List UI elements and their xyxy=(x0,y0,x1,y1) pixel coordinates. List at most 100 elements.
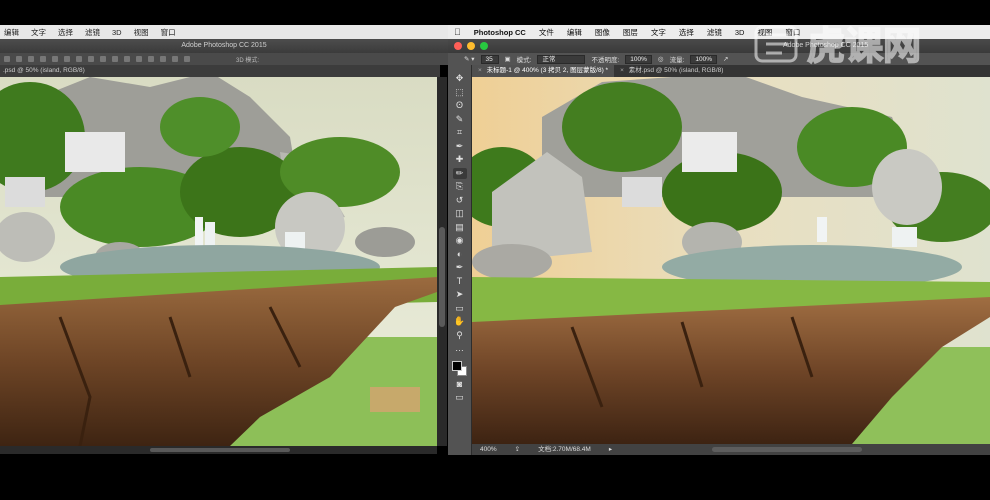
options-bar-left: 3D 模式: xyxy=(0,53,448,65)
dodge-tool-icon[interactable]: ◐ xyxy=(453,249,467,261)
distribute-icon[interactable] xyxy=(136,56,142,62)
crop-tool-icon[interactable]: ⌗ xyxy=(453,127,467,139)
color-swatches[interactable] xyxy=(451,360,468,377)
more-tools-icon[interactable]: … xyxy=(453,343,467,355)
document-tab-untitled[interactable]: × 未标题-1 @ 400% (3 拷贝 2, 图层蒙版/8) * xyxy=(472,65,615,77)
mode-select[interactable]: 正常 xyxy=(537,54,586,64)
airbrush-icon[interactable]: ↗ xyxy=(723,55,728,63)
close-tab-icon[interactable]: × xyxy=(620,67,624,74)
distribute-icon[interactable] xyxy=(184,56,190,62)
distribute-icon[interactable] xyxy=(148,56,154,62)
scrollbar-thumb[interactable] xyxy=(439,227,445,327)
menu-item-view[interactable]: 视图 xyxy=(134,27,149,38)
menubar-left: 编辑 文字 选择 滤镜 3D 视图 窗口 xyxy=(0,25,448,39)
align-icon[interactable] xyxy=(52,56,58,62)
distribute-icon[interactable] xyxy=(64,56,70,62)
brush-size-field[interactable]: 35 xyxy=(480,54,499,64)
pressure-opacity-icon[interactable]: ◎ xyxy=(658,55,664,63)
menu-item-type[interactable]: 文字 xyxy=(31,27,46,38)
vertical-scrollbar[interactable] xyxy=(437,77,447,446)
window-title: Adobe Photoshop CC 2015 xyxy=(181,42,267,49)
menu-app-name[interactable]: Photoshop CC xyxy=(474,28,526,37)
screen-mode-icon[interactable]: ▭ xyxy=(453,392,467,404)
quick-select-tool-icon[interactable]: ✎ xyxy=(453,114,467,126)
eraser-tool-icon[interactable]: ◫ xyxy=(453,208,467,220)
gradient-tool-icon[interactable]: ▤ xyxy=(453,222,467,234)
menu-item-3d[interactable]: 3D xyxy=(112,28,122,37)
menu-item-type[interactable]: 文字 xyxy=(651,27,666,38)
document-tab-source[interactable]: × 素材.psd @ 50% (island, RGB/8) xyxy=(614,65,729,77)
scrollbar-thumb[interactable] xyxy=(150,448,290,452)
distribute-icon[interactable] xyxy=(76,56,82,62)
document-tab-label: .psd @ 50% (island, RGB/8) xyxy=(3,67,85,74)
document-canvas-left[interactable] xyxy=(0,77,437,446)
menu-item-select[interactable]: 选择 xyxy=(58,27,73,38)
scrollbar-thumb[interactable] xyxy=(712,447,862,452)
menu-item-window[interactable]: 窗口 xyxy=(161,27,176,38)
path-select-tool-icon[interactable]: ➤ xyxy=(453,289,467,301)
brush-preset-icon[interactable]: ✎ ▾ xyxy=(464,55,475,63)
distribute-icon[interactable] xyxy=(112,56,118,62)
eyedropper-tool-icon[interactable]: ✒ xyxy=(453,141,467,153)
mode-label: 模式: xyxy=(516,57,532,64)
document-tab-left[interactable]: .psd @ 50% (island, RGB/8) xyxy=(0,65,440,77)
flow-field[interactable]: 100% xyxy=(690,54,718,64)
align-icon[interactable] xyxy=(28,56,34,62)
distribute-icon[interactable] xyxy=(172,56,178,62)
tools-panel: ✥ ⬚ ʘ ✎ ⌗ ✒ ✚ ✏ ⎘ ↺ ◫ ▤ ◉ ◐ ✒ T ➤ ▭ ✋ ⚲ … xyxy=(448,65,472,455)
watermark-text: 虎课网 xyxy=(807,24,921,68)
menu-item-image[interactable]: 图像 xyxy=(595,27,610,38)
menu-item-edit[interactable]: 编辑 xyxy=(4,27,19,38)
status-menu-arrow-icon[interactable]: ▸ xyxy=(609,444,612,455)
distribute-icon[interactable] xyxy=(100,56,106,62)
island-artwork-zoomed xyxy=(472,77,990,444)
type-tool-icon[interactable]: T xyxy=(453,276,467,288)
distribute-icon[interactable] xyxy=(88,56,94,62)
shape-tool-icon[interactable]: ▭ xyxy=(453,303,467,315)
foreground-color-swatch[interactable] xyxy=(451,360,462,371)
blur-tool-icon[interactable]: ◉ xyxy=(453,235,467,247)
close-window-icon[interactable] xyxy=(454,42,462,50)
island-artwork xyxy=(0,77,437,446)
distribute-icon[interactable] xyxy=(160,56,166,62)
window-title-bar-left[interactable]: Adobe Photoshop CC 2015 xyxy=(0,39,448,53)
close-tab-icon[interactable]: × xyxy=(478,67,482,74)
minimize-window-icon[interactable] xyxy=(467,42,475,50)
document-canvas-right[interactable] xyxy=(472,77,990,444)
brush-panel-icon[interactable]: ▣ xyxy=(505,55,511,63)
status-bar: 400% ⇪ 文档:2.70M/68.4M ▸ xyxy=(472,444,990,455)
menu-item-layer[interactable]: 图层 xyxy=(623,27,638,38)
apple-icon[interactable]:  xyxy=(454,27,461,37)
zoom-tool-icon[interactable]: ⚲ xyxy=(453,330,467,342)
opacity-field[interactable]: 100% xyxy=(625,54,652,64)
watermark-logo-icon: 虎课网 xyxy=(754,23,922,69)
lasso-tool-icon[interactable]: ʘ xyxy=(453,100,467,112)
clone-stamp-tool-icon[interactable]: ⎘ xyxy=(453,181,467,193)
align-icon[interactable] xyxy=(40,56,46,62)
move-tool-icon[interactable]: ✥ xyxy=(453,73,467,85)
brush-tool-icon[interactable]: ✏ xyxy=(452,167,467,179)
menu-item-edit[interactable]: 编辑 xyxy=(567,27,582,38)
marquee-tool-icon[interactable]: ⬚ xyxy=(453,87,467,99)
zoom-window-icon[interactable] xyxy=(480,42,488,50)
quick-mask-icon[interactable]: ◙ xyxy=(453,379,467,391)
pen-tool-icon[interactable]: ✒ xyxy=(453,262,467,274)
horizontal-scrollbar[interactable] xyxy=(0,446,437,454)
menu-item-select[interactable]: 选择 xyxy=(679,27,694,38)
history-brush-tool-icon[interactable]: ↺ xyxy=(453,195,467,207)
zoom-level[interactable]: 400% xyxy=(480,444,497,455)
opacity-label: 不透明度: xyxy=(591,57,620,64)
document-tab-label: 未标题-1 @ 400% (3 拷贝 2, 图层蒙版/8) * xyxy=(486,67,609,74)
menu-item-filter[interactable]: 滤镜 xyxy=(85,27,100,38)
watermark: 虎课网 xyxy=(752,19,974,69)
hand-tool-icon[interactable]: ✋ xyxy=(453,316,467,328)
export-icon[interactable]: ⇪ xyxy=(515,444,520,455)
distribute-icon[interactable] xyxy=(124,56,130,62)
align-icon[interactable] xyxy=(4,56,10,62)
align-icon[interactable] xyxy=(16,56,22,62)
menu-item-3d[interactable]: 3D xyxy=(735,28,745,37)
menu-item-filter[interactable]: 滤镜 xyxy=(707,27,722,38)
window-controls xyxy=(454,42,488,50)
healing-tool-icon[interactable]: ✚ xyxy=(453,154,467,166)
menu-item-file[interactable]: 文件 xyxy=(539,27,554,38)
